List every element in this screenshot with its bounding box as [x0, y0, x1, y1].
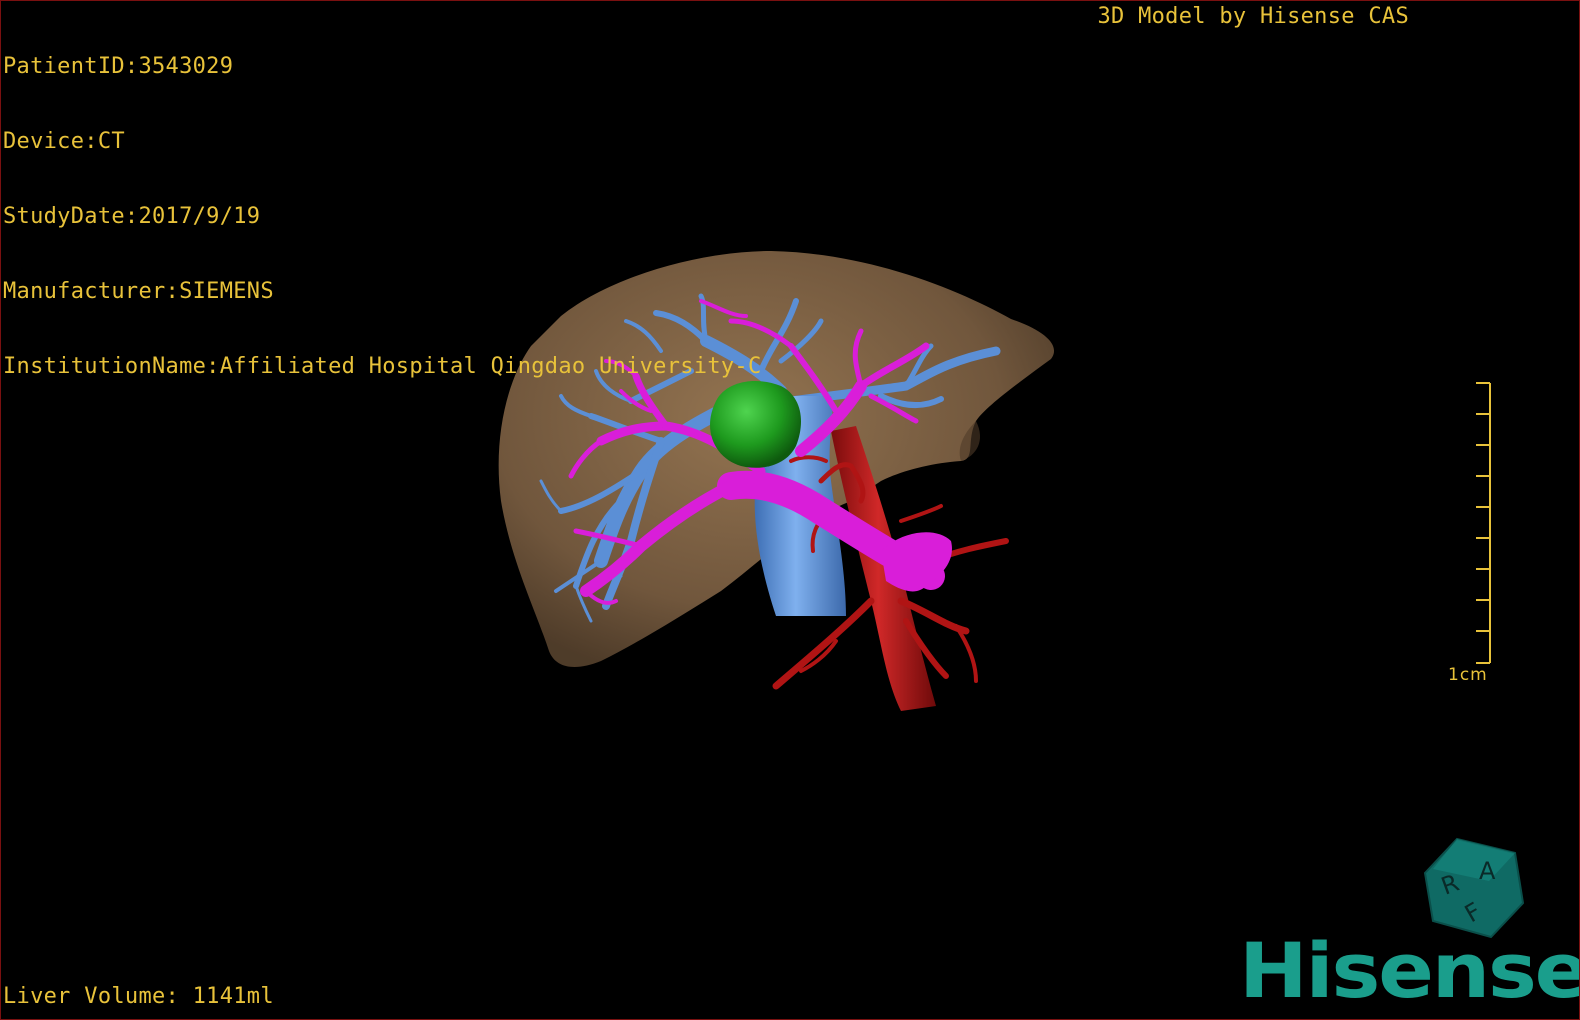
- device: Device:CT: [3, 129, 125, 154]
- model-credit: 3D Model by Hisense CAS: [1097, 4, 1409, 29]
- scale-bar: [1476, 382, 1491, 664]
- study-metadata: PatientID:3543029 Device:CT StudyDate:20…: [3, 4, 762, 429]
- patient-id: PatientID:3543029: [3, 54, 234, 79]
- institution-name: InstitutionName:Affiliated Hospital Qing…: [3, 354, 762, 379]
- cube-label-a: A: [1479, 857, 1496, 885]
- liver-volume: Liver Volume: 1141ml: [3, 984, 274, 1009]
- study-date: StudyDate:2017/9/19: [3, 204, 261, 229]
- manufacturer: Manufacturer:SIEMENS: [3, 279, 274, 304]
- hisense-logo: Hisense: [1239, 926, 1580, 1015]
- scale-label: 1cm: [1448, 665, 1488, 685]
- 3d-viewport[interactable]: PatientID:3543029 Device:CT StudyDate:20…: [0, 0, 1580, 1020]
